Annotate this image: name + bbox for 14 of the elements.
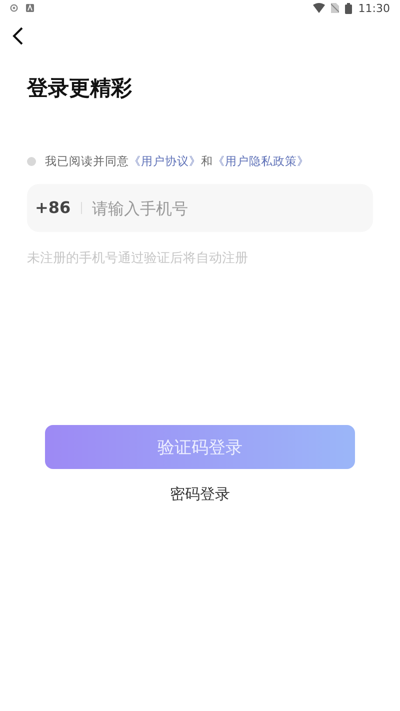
hint-text: 未注册的手机号通过验证后将自动注册	[27, 250, 249, 267]
privacy-policy-link[interactable]: 《用户隐私政策》	[213, 154, 309, 168]
battery-icon	[345, 2, 352, 14]
status-time: 11:30	[358, 2, 390, 14]
agreement-checkbox[interactable]	[27, 157, 36, 166]
password-login-link[interactable]: 密码登录	[168, 483, 232, 506]
notification-icon	[10, 4, 18, 12]
no-sim-icon	[331, 3, 340, 13]
agreement-text: 我已阅读并同意《用户协议》和《用户隐私政策》	[45, 154, 309, 169]
page-title: 登录更精彩	[27, 75, 133, 102]
country-code[interactable]: +86	[35, 198, 71, 218]
user-agreement-link[interactable]: 《用户协议》	[129, 154, 201, 168]
app-icon	[26, 4, 34, 12]
wifi-icon	[313, 3, 326, 13]
